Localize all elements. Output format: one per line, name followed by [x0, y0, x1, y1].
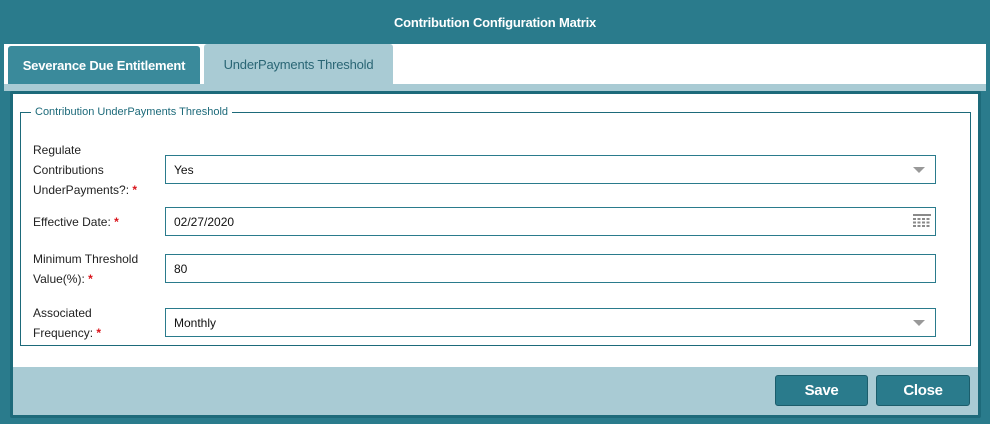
tab-underline	[4, 84, 986, 91]
regulate-value: Yes	[174, 162, 194, 177]
close-button[interactable]: Close	[876, 375, 970, 406]
required-marker: *	[88, 272, 93, 286]
effective-date-input[interactable]: 02/27/2020	[165, 207, 936, 236]
effective-date-label-text: Effective Date:	[33, 214, 111, 229]
effective-date-row: Effective Date: * 02/27/2020	[33, 207, 958, 236]
min-threshold-input[interactable]: 80	[165, 254, 936, 283]
dialog-title: Contribution Configuration Matrix	[393, 14, 597, 30]
regulate-row: Regulate Contributions UnderPayments?: *…	[33, 140, 958, 200]
frequency-select[interactable]: Monthly	[165, 308, 936, 337]
min-threshold-label: Minimum Threshold Value(%): *	[33, 249, 158, 289]
effective-date-label: Effective Date: *	[33, 212, 165, 232]
tab-severance-due-entitlement[interactable]: Severance Due Entitlement	[8, 46, 200, 84]
regulate-select[interactable]: Yes	[165, 155, 936, 184]
save-button[interactable]: Save	[775, 375, 868, 406]
frequency-label-text: Associated Frequency:	[33, 306, 94, 340]
min-threshold-label-text: Minimum Threshold Value(%):	[33, 252, 139, 286]
frequency-label: Associated Frequency: *	[33, 303, 133, 343]
calendar-icon[interactable]	[912, 213, 932, 230]
group-legend: Contribution UnderPayments Threshold	[35, 106, 229, 118]
effective-date-value: 02/27/2020	[174, 214, 235, 229]
dialog: Contribution Configuration Matrix Severa…	[0, 0, 990, 424]
chevron-down-icon[interactable]	[913, 320, 925, 326]
dialog-footer: Save Close	[13, 367, 978, 415]
regulate-label: Regulate Contributions UnderPayments?: *	[33, 140, 151, 200]
required-marker: *	[96, 326, 102, 340]
frequency-value: Monthly	[174, 315, 217, 330]
required-marker: *	[132, 183, 138, 197]
regulate-label-text: Regulate Contributions UnderPayments?:	[33, 143, 130, 197]
tab-strip: Severance Due Entitlement UnderPayments …	[4, 44, 986, 84]
required-marker: *	[114, 214, 119, 229]
tab-underpayments-threshold[interactable]: UnderPayments Threshold	[204, 44, 393, 84]
tab-panel: Contribution UnderPayments Threshold Reg…	[10, 91, 981, 418]
underpayments-threshold-group: Contribution UnderPayments Threshold Reg…	[20, 106, 971, 346]
min-threshold-value: 80	[174, 261, 188, 276]
chevron-down-icon[interactable]	[913, 167, 925, 173]
min-threshold-row: Minimum Threshold Value(%): * 80	[33, 247, 958, 291]
frequency-row: Associated Frequency: * Monthly	[33, 301, 958, 345]
